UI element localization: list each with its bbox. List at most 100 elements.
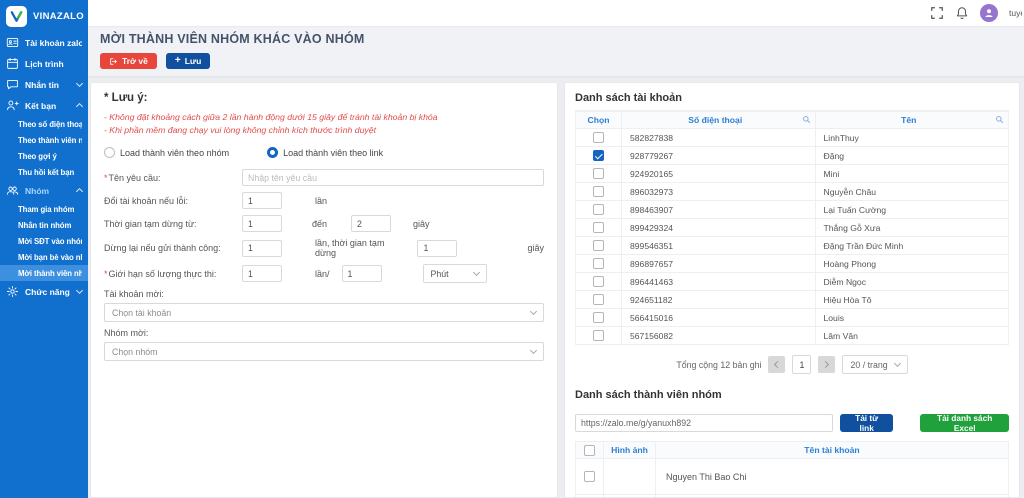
sidebar-subitem[interactable]: Mời SĐT vào nhóm <box>0 233 88 249</box>
select-all-checkbox[interactable] <box>584 445 595 456</box>
warning-note: - Khi phần mềm đang chạy vui lòng không … <box>104 124 544 137</box>
sidebar-item[interactable]: Nhóm <box>0 180 88 201</box>
limit-per-input[interactable] <box>342 265 382 282</box>
brand-name: VINAZALO <box>33 11 84 22</box>
row-checkbox[interactable] <box>593 186 604 197</box>
sidebar-nav: Tài khoản zalo Lịch trình Nhắn tin Kết b… <box>0 32 88 302</box>
row-checkbox[interactable] <box>593 150 604 161</box>
chevron-down-icon <box>472 269 479 276</box>
pagination: Tổng cộng 12 bản ghi 1 20 / trang <box>575 355 1009 374</box>
username: tuyê <box>1009 8 1022 18</box>
sidebar-subitem[interactable]: Mời thành viên nhóm khác <box>0 265 88 281</box>
account-phone: 928779267 <box>622 147 816 165</box>
pause-range-label: Thời gian tạm dừng từ: <box>104 219 242 229</box>
stop-count-input[interactable] <box>242 240 282 257</box>
save-button[interactable]: + Lưu <box>166 53 210 69</box>
member-name: Thanh Giàuu <box>656 495 1009 498</box>
pause-to-input[interactable] <box>351 215 391 232</box>
page-size-select[interactable]: 20 / trang <box>842 355 907 374</box>
radio-icon[interactable] <box>267 147 278 158</box>
sidebar-item[interactable]: Nhắn tin <box>0 74 88 95</box>
sidebar-item[interactable]: Chức năng khác <box>0 281 88 302</box>
invite-account-select[interactable]: Chọn tài khoản <box>104 303 544 322</box>
account-name: Hoàng Phong <box>815 255 1009 273</box>
user-add-icon <box>6 99 19 112</box>
pagination-current-page[interactable]: 1 <box>792 355 811 374</box>
fullscreen-icon[interactable] <box>930 6 944 20</box>
app-window: VINAZALO Tài khoản zalo Lịch trình Nhắn … <box>0 0 1024 498</box>
sidebar-subitem[interactable]: Nhắn tin nhóm <box>0 217 88 233</box>
row-checkbox[interactable] <box>593 276 604 287</box>
row-checkbox[interactable] <box>593 222 604 233</box>
member-table-row: Thanh Giàuu <box>576 495 1009 498</box>
bell-icon[interactable] <box>955 6 969 20</box>
stop-on-success-label: Dừng lại nếu gửi thành công: <box>104 243 242 253</box>
invite-account-label: Tài khoản mời: <box>104 289 544 299</box>
sidebar-subitem[interactable]: Thu hồi kết bạn <box>0 164 88 180</box>
sidebar-item[interactable]: Tài khoản zalo <box>0 32 88 53</box>
chevron-down-icon <box>530 308 537 315</box>
stop-pause-input[interactable] <box>417 240 457 257</box>
sidebar-subitem[interactable]: Theo gợi ý <box>0 148 88 164</box>
sidebar-subitem[interactable]: Tham gia nhóm <box>0 201 88 217</box>
limit-unit-select[interactable]: Phút <box>423 264 487 283</box>
invite-group-select[interactable]: Chọn nhóm <box>104 342 544 361</box>
member-table-row: Nguyen Thi Bao Chi <box>576 459 1009 495</box>
row-checkbox[interactable] <box>593 168 604 179</box>
load-excel-button[interactable]: Tải danh sách Excel <box>920 414 1009 432</box>
search-icon[interactable] <box>802 115 811 126</box>
limit-label: *Giới hạn số lượng thực thi: <box>104 269 242 279</box>
sidebar-subitem[interactable]: Mời bạn bè vào nhóm <box>0 249 88 265</box>
user-avatar[interactable] <box>980 4 998 22</box>
sidebar-subitem[interactable]: Theo thành viên nhóm <box>0 132 88 148</box>
account-phone: 896441463 <box>622 273 816 291</box>
account-name: Đặng Trần Đức Minh <box>815 237 1009 255</box>
load-from-link-button[interactable]: Tải từ link <box>840 414 893 432</box>
sidebar-subitem[interactable]: Theo số điện thoại <box>0 116 88 132</box>
account-phone: 567156082 <box>622 327 816 345</box>
pause-from-input[interactable] <box>242 215 282 232</box>
chevron-icon <box>76 103 83 110</box>
sidebar-item[interactable]: Kết bạn <box>0 95 88 116</box>
account-name: Nguyễn Châu <box>815 183 1009 201</box>
pagination-next-button[interactable] <box>818 356 835 373</box>
members-table: Hình ảnh Tên tài khoản Nguyen Thi Bao Ch… <box>575 441 1009 498</box>
limit-count-input[interactable] <box>242 265 282 282</box>
row-checkbox[interactable] <box>593 312 604 323</box>
chevron-icon <box>76 188 83 195</box>
search-icon[interactable] <box>995 115 1004 126</box>
account-phone: 899429324 <box>622 219 816 237</box>
warning-note: - Không đặt khoảng cách giữa 2 lần hành … <box>104 111 544 124</box>
sidebar: VINAZALO Tài khoản zalo Lịch trình Nhắn … <box>0 0 88 498</box>
row-checkbox[interactable] <box>593 240 604 251</box>
row-checkbox[interactable] <box>593 258 604 269</box>
account-phone: 896897657 <box>622 255 816 273</box>
load-mode-radio-group: Load thành viên theo nhóm Load thành viê… <box>104 147 544 158</box>
row-checkbox[interactable] <box>593 330 604 341</box>
request-name-input[interactable] <box>242 169 544 186</box>
accounts-panel-title: Danh sách tài khoản <box>575 88 1009 111</box>
account-table-row: 928779267 Đặng <box>576 147 1009 165</box>
radio-icon[interactable] <box>104 147 115 158</box>
member-name: Nguyen Thi Bao Chi <box>656 459 1009 495</box>
sidebar-item[interactable]: Lịch trình <box>0 53 88 74</box>
header-actions: Trở về + Lưu <box>100 53 1012 69</box>
account-table-row: 899546351 Đặng Trần Đức Minh <box>576 237 1009 255</box>
vinazalo-logo-icon <box>6 6 27 27</box>
radio-load-by-group[interactable]: Load thành viên theo nhóm <box>104 147 229 158</box>
back-icon <box>109 57 118 66</box>
back-button[interactable]: Trở về <box>100 53 157 69</box>
group-link-input[interactable] <box>575 414 833 432</box>
row-checkbox[interactable] <box>584 471 595 482</box>
account-table-row: 896441463 Diễm Ngọc <box>576 273 1009 291</box>
account-table-row: 924920165 Mini <box>576 165 1009 183</box>
radio-load-by-link[interactable]: Load thành viên theo link <box>267 147 383 158</box>
brand[interactable]: VINAZALO <box>0 0 88 32</box>
pagination-prev-button[interactable] <box>768 356 785 373</box>
id-card-icon <box>6 36 19 49</box>
chevron-icon <box>76 287 83 294</box>
row-checkbox[interactable] <box>593 132 604 143</box>
row-checkbox[interactable] <box>593 204 604 215</box>
switch-account-input[interactable] <box>242 192 282 209</box>
row-checkbox[interactable] <box>593 294 604 305</box>
